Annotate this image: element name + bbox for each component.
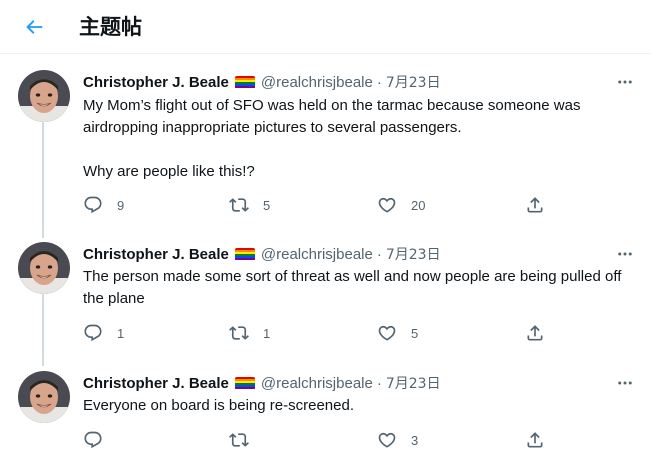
- more-button[interactable]: [612, 373, 638, 393]
- reply-icon: [84, 431, 102, 449]
- separator-dot: ·: [376, 374, 382, 392]
- tweet-date[interactable]: 7月23日: [386, 72, 441, 92]
- tweet-header: Christopher J. Beale @realchrisjbeale · …: [83, 72, 441, 92]
- retweet-button[interactable]: [229, 429, 263, 451]
- share-icon: [527, 432, 543, 448]
- reply-button[interactable]: [83, 429, 117, 451]
- tweet-date[interactable]: 7月23日: [386, 373, 441, 393]
- author-name[interactable]: Christopher J. Beale: [83, 375, 229, 392]
- like-icon: [378, 325, 396, 341]
- retweet-count: 5: [263, 197, 271, 213]
- more-icon: [618, 381, 632, 385]
- more-button[interactable]: [612, 72, 638, 92]
- tweet[interactable]: Christopher J. Beale @realchrisjbeale · …: [0, 70, 651, 222]
- more-button[interactable]: [612, 244, 638, 264]
- like-button[interactable]: 3: [377, 429, 418, 451]
- reply-icon: [84, 324, 102, 342]
- retweet-icon: [229, 198, 249, 212]
- arrow-left-icon: [26, 20, 43, 34]
- tweet-actions: 9 5 20: [83, 194, 553, 216]
- share-button[interactable]: [525, 322, 545, 344]
- share-icon: [527, 325, 543, 341]
- author-name[interactable]: Christopher J. Beale: [83, 246, 229, 263]
- tweet-text-line: Why are people like this!?: [83, 163, 255, 180]
- tweet-date[interactable]: 7月23日: [386, 244, 441, 264]
- tweet-actions: 1 1 5: [83, 322, 553, 344]
- avatar[interactable]: [18, 242, 70, 294]
- thread-header: 主题帖: [0, 0, 651, 54]
- like-button[interactable]: 5: [377, 322, 418, 344]
- like-button[interactable]: 20: [377, 194, 425, 216]
- retweet-icon: [229, 433, 249, 447]
- back-button[interactable]: [18, 11, 50, 43]
- separator-dot: ·: [376, 245, 382, 263]
- share-button[interactable]: [525, 194, 545, 216]
- share-icon: [527, 197, 543, 213]
- separator-dot: ·: [376, 73, 382, 91]
- rainbow-flag-icon: [234, 247, 255, 261]
- retweet-count: 1: [263, 325, 271, 341]
- retweet-button[interactable]: 5: [229, 194, 270, 216]
- retweet-icon: [229, 326, 249, 340]
- more-icon: [618, 80, 632, 84]
- tweet[interactable]: Christopher J. Beale @realchrisjbeale · …: [0, 371, 651, 459]
- tweet-header: Christopher J. Beale @realchrisjbeale · …: [83, 244, 441, 264]
- author-handle[interactable]: @realchrisjbeale: [261, 375, 373, 392]
- reply-icon: [84, 196, 102, 214]
- tweet-actions: 3: [83, 429, 553, 451]
- reply-button[interactable]: 9: [83, 194, 124, 216]
- like-count: 3: [411, 432, 419, 448]
- tweet-text-line: Everyone on board is being re-screened.: [83, 397, 354, 414]
- tweet-text-line: The person made some sort of threat as w…: [83, 268, 622, 307]
- rainbow-flag-icon: [234, 376, 255, 390]
- page-title: 主题帖: [79, 15, 142, 39]
- tweet-text: My Mom’s flight out of SFO was held on t…: [83, 95, 639, 183]
- author-handle[interactable]: @realchrisjbeale: [261, 246, 373, 263]
- tweet[interactable]: Christopher J. Beale @realchrisjbeale · …: [0, 242, 651, 350]
- reply-count: 1: [117, 325, 125, 341]
- tweet-text: The person made some sort of threat as w…: [83, 266, 639, 310]
- like-count: 5: [411, 325, 419, 341]
- reply-count: 9: [117, 197, 125, 213]
- tweet-text-line: My Mom’s flight out of SFO was held on t…: [83, 97, 581, 136]
- like-count: 20: [411, 197, 426, 213]
- avatar[interactable]: [18, 371, 70, 423]
- reply-button[interactable]: 1: [83, 322, 124, 344]
- author-name[interactable]: Christopher J. Beale: [83, 74, 229, 91]
- more-icon: [618, 252, 632, 256]
- author-handle[interactable]: @realchrisjbeale: [261, 74, 373, 91]
- rainbow-flag-icon: [234, 75, 255, 89]
- share-button[interactable]: [525, 429, 545, 451]
- like-icon: [378, 432, 396, 448]
- retweet-button[interactable]: 1: [229, 322, 270, 344]
- avatar[interactable]: [18, 70, 70, 122]
- like-icon: [378, 197, 396, 213]
- tweet-text: Everyone on board is being re-screened.: [83, 395, 639, 417]
- tweet-header: Christopher J. Beale @realchrisjbeale · …: [83, 373, 441, 393]
